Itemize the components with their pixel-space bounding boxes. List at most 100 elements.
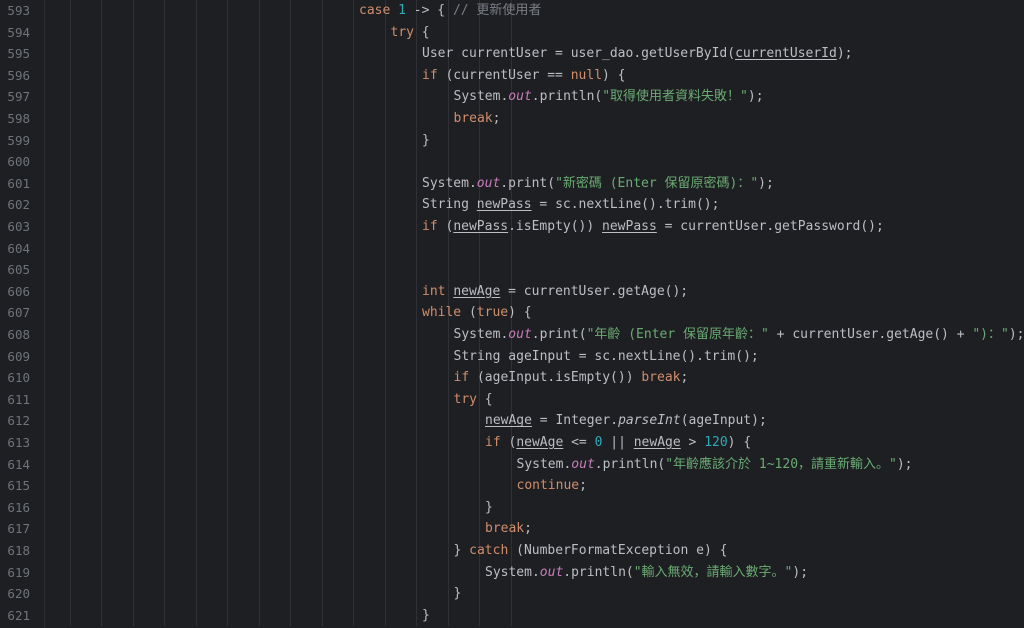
code-token: // 更新使用者 — [452, 3, 542, 18]
code-text[interactable]: System.out.println("取得使用者資料失敗！"); — [454, 86, 764, 108]
code-text[interactable]: } catch (NumberFormatException e) { — [454, 540, 728, 562]
code-text[interactable]: try { — [454, 389, 493, 411]
code-text[interactable]: while (true) { — [422, 302, 532, 324]
code-text[interactable]: if (currentUser == null) { — [422, 65, 626, 87]
code-token: ")：" — [972, 327, 1009, 342]
code-token: newAge — [485, 413, 532, 429]
code-line[interactable]: 609 String ageInput = sc.nextLine().trim(… — [0, 346, 1024, 368]
code-line[interactable]: 620} — [0, 583, 1024, 605]
code-line[interactable]: 600 — [0, 151, 1024, 173]
code-text[interactable]: String newPass = sc.nextLine().trim(); — [422, 194, 719, 216]
code-line[interactable]: 593 case 1 -> { // 更新使用者 — [0, 0, 1024, 22]
code-line[interactable]: 601 System.out.print("新密碼 (Enter 保留原密碼)："… — [0, 173, 1024, 195]
code-token: } — [453, 543, 470, 558]
code-line[interactable]: 607 while (true) { — [0, 302, 1024, 324]
code-text[interactable]: System.out.println("年齡應該介於 1~120，請重新輸入。"… — [517, 454, 913, 476]
code-text[interactable]: if (ageInput.isEmpty()) break; — [454, 367, 689, 389]
code-token: "年齡應該介於 1~120，請重新輸入。" — [665, 456, 897, 472]
code-line[interactable]: 598 break; — [0, 108, 1024, 130]
code-token: "新密碼 (Enter 保留原密碼)：" — [555, 175, 759, 191]
code-line[interactable]: 616} — [0, 497, 1024, 519]
code-text[interactable]: break; — [454, 108, 501, 130]
code-text[interactable]: } — [422, 605, 430, 627]
code-line[interactable]: 615 continue; — [0, 475, 1024, 497]
code-line[interactable]: 614 System.out.println("年齡應該介於 1~120，請重新輸… — [0, 454, 1024, 476]
code-token: newPass — [602, 219, 657, 234]
code-token: while — [422, 305, 462, 321]
code-line[interactable]: 611 try { — [0, 389, 1024, 411]
code-token: (NumberFormatException e) { — [508, 543, 728, 558]
code-text[interactable]: int newAge = currentUser.getAge(); — [422, 281, 688, 303]
code-line[interactable]: 595 User currentUser = user_dao.getUserBy… — [0, 43, 1024, 65]
code-text[interactable]: User currentUser = user_dao.getUserById(… — [422, 43, 852, 65]
code-token: out — [508, 89, 532, 105]
code-line[interactable]: 602 String newPass = sc.nextLine().trim()… — [0, 194, 1024, 216]
code-token: break — [641, 370, 681, 386]
code-token: > — [680, 435, 705, 450]
code-line[interactable]: 603 if (newPass.isEmpty()) newPass = curr… — [0, 216, 1024, 238]
code-text[interactable]: System.out.print("年齡 (Enter 保留原年齡：" + cu… — [454, 324, 1024, 346]
code-text[interactable]: case 1 -> { // 更新使用者 — [359, 0, 541, 22]
line-number: 609 — [7, 348, 30, 364]
code-token: try — [453, 391, 477, 407]
code-token: catch — [469, 543, 509, 558]
code-text[interactable]: newAge = Integer.parseInt(ageInput); — [485, 410, 767, 432]
code-line[interactable]: 618} catch (NumberFormatException e) { — [0, 540, 1024, 562]
code-token: (currentUser == — [437, 67, 571, 83]
code-line[interactable]: 613 if (newAge <= 0 || newAge > 120) { — [0, 432, 1024, 454]
code-text[interactable]: System.out.println("輸入無效，請輸入數字。"); — [485, 562, 808, 584]
code-editor[interactable]: 593 case 1 -> { // 更新使用者 594 try {595 User c… — [0, 0, 1024, 628]
code-line[interactable]: 604 — [0, 238, 1024, 260]
line-number: 607 — [7, 305, 30, 321]
code-token: -> { — [405, 3, 453, 18]
code-token: .println( — [563, 564, 634, 580]
line-number: 610 — [7, 370, 30, 386]
code-token: newAge — [516, 435, 564, 450]
code-token: newPass — [476, 197, 532, 213]
code-line[interactable]: 606 int newAge = currentUser.getAge(); — [0, 281, 1024, 303]
code-line[interactable]: 608 System.out.print("年齡 (Enter 保留原年齡：" +… — [0, 324, 1024, 346]
code-text[interactable]: System.out.print("新密碼 (Enter 保留原密碼)："); — [422, 173, 774, 195]
code-line[interactable]: 596 if (currentUser == null) { — [0, 65, 1024, 87]
line-number: 605 — [7, 262, 30, 278]
code-token: <= — [563, 435, 595, 450]
code-token: ); — [792, 564, 809, 580]
code-token: System. — [485, 564, 540, 580]
code-text[interactable]: } — [422, 130, 430, 152]
code-token: newPass — [453, 219, 509, 234]
code-text[interactable]: } — [454, 583, 462, 605]
code-line[interactable]: 621} — [0, 605, 1024, 627]
code-token: .println( — [594, 456, 666, 472]
code-line[interactable]: 610 if (ageInput.isEmpty()) break; — [0, 367, 1024, 389]
code-token: newAge — [453, 283, 501, 299]
code-token: if — [422, 67, 438, 83]
code-line[interactable]: 612 newAge = Integer.parseInt(ageInput); — [0, 410, 1024, 432]
code-text[interactable]: if (newAge <= 0 || newAge > 120) { — [485, 432, 751, 454]
code-line[interactable]: 619 System.out.println("輸入無效，請輸入數字。"); — [0, 562, 1024, 584]
code-token: { — [413, 24, 430, 40]
code-token: || — [602, 435, 634, 450]
code-text[interactable]: continue; — [517, 475, 587, 497]
code-text[interactable]: } — [485, 497, 493, 519]
code-line[interactable]: 617 break; — [0, 518, 1024, 540]
code-line[interactable]: 597 System.out.println("取得使用者資料失敗！"); — [0, 86, 1024, 108]
line-number: 612 — [7, 413, 30, 429]
code-token: = currentUser.getAge(); — [500, 283, 689, 299]
code-text[interactable]: String ageInput = sc.nextLine().trim(); — [454, 346, 759, 368]
line-number: 598 — [7, 111, 30, 126]
code-line[interactable]: 605 — [0, 259, 1024, 281]
code-token: ) { — [602, 67, 626, 83]
code-line[interactable]: 599} — [0, 130, 1024, 152]
code-text[interactable]: if (newPass.isEmpty()) newPass = current… — [422, 216, 884, 238]
line-number: 601 — [7, 175, 30, 191]
code-token: ; — [680, 370, 689, 386]
line-number: 603 — [7, 219, 30, 234]
code-line[interactable]: 594 try { — [0, 22, 1024, 44]
code-token: ; — [492, 111, 501, 126]
line-number: 616 — [7, 499, 30, 515]
code-text[interactable]: try { — [391, 22, 430, 44]
code-token: String — [422, 197, 477, 213]
line-number: 611 — [7, 391, 30, 407]
code-text[interactable]: break; — [485, 518, 532, 540]
code-token: break — [485, 521, 525, 537]
